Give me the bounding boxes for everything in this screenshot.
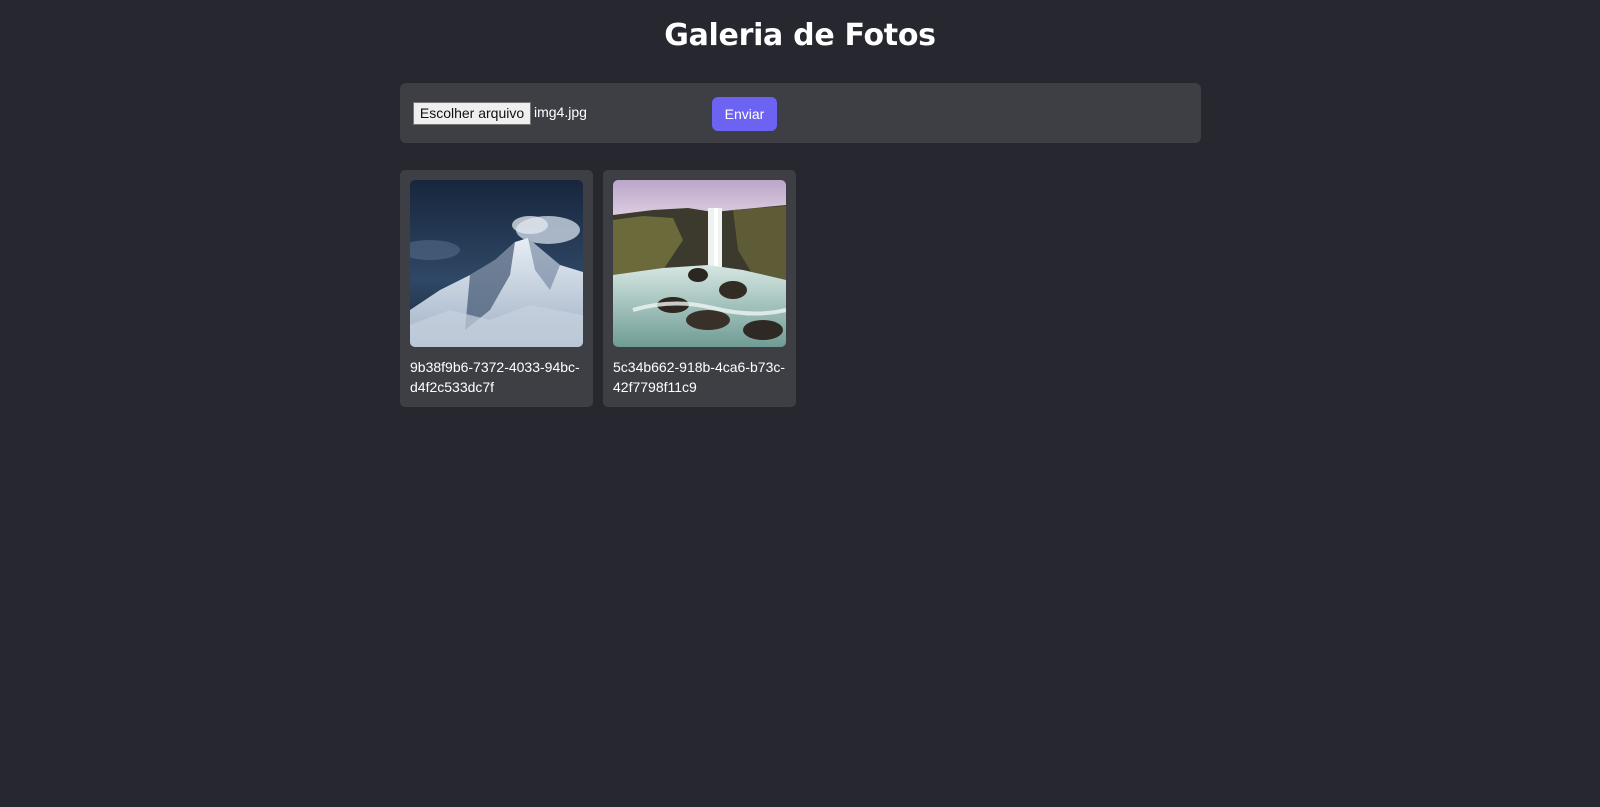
image-caption: 5c34b662-918b-4ca6-b73c-42f7798f11c9 bbox=[613, 359, 786, 395]
submit-button[interactable]: Enviar bbox=[712, 97, 777, 131]
page-title: Galeria de Fotos bbox=[664, 18, 936, 53]
gallery-image-mountain[interactable] bbox=[410, 180, 583, 347]
gallery-card: 9b38f9b6-7372-4033-94bc-d4f2c533dc7f bbox=[400, 170, 593, 407]
choose-file-button[interactable]: Escolher arquivo bbox=[413, 102, 531, 125]
gallery-image-waterfall[interactable] bbox=[613, 180, 786, 347]
upload-form: Escolher arquivo img4.jpg Enviar bbox=[400, 83, 1201, 143]
image-caption: 9b38f9b6-7372-4033-94bc-d4f2c533dc7f bbox=[410, 359, 580, 395]
selected-file-name: img4.jpg bbox=[534, 104, 587, 120]
gallery-card: 5c34b662-918b-4ca6-b73c-42f7798f11c9 bbox=[603, 170, 796, 407]
